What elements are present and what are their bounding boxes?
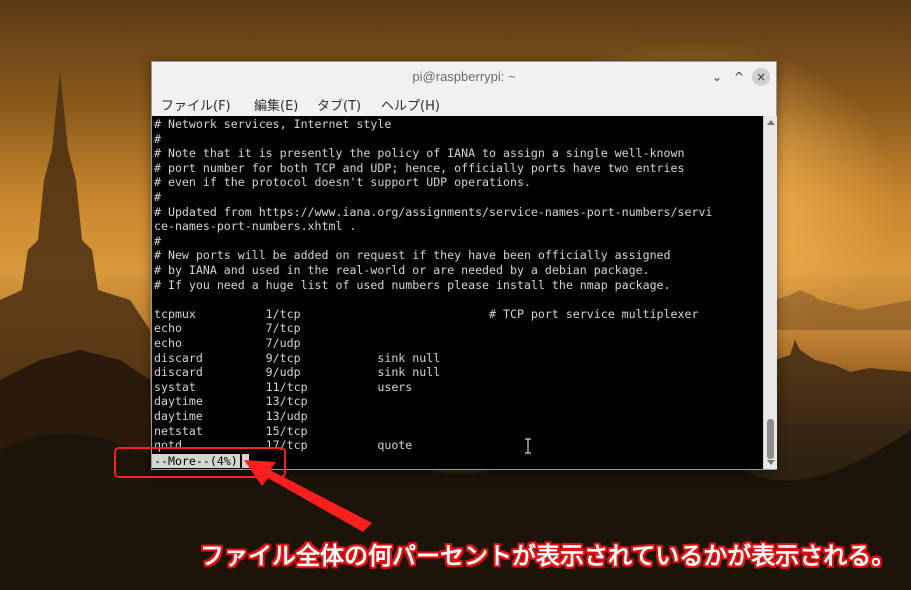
callout-arrow-icon [244, 460, 372, 532]
annotation-caption: ファイル全体の何パーセントが表示されているかが表示される。 [200, 542, 896, 570]
